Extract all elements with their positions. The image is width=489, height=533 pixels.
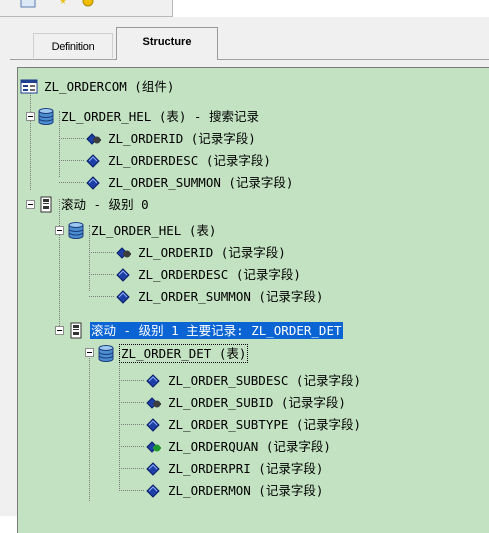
- field-icon: [114, 266, 132, 283]
- key-field-icon: [144, 394, 162, 411]
- tree-connector: [59, 199, 60, 330]
- scroll-label-selected: 滚动 - 级别 1 主要记录: ZL_ORDER_DET: [90, 322, 343, 339]
- window-icon[interactable]: [20, 0, 36, 8]
- record-label: ZL_ORDER_DET (表): [118, 344, 249, 363]
- field-label: ZL_ORDER_SUMMON (记录字段): [138, 289, 324, 304]
- field-label: ZL_ORDERDESC (记录字段): [138, 267, 301, 282]
- field-icon: [114, 288, 132, 305]
- scroll-icon: [37, 196, 55, 213]
- tree-node-scroll-level-1[interactable]: 滚动 - 级别 1 主要记录: ZL_ORDER_DET: [67, 320, 343, 341]
- tree-node-field[interactable]: ZL_ORDER_SUMMON (记录字段): [84, 172, 294, 193]
- tree-connector: [119, 402, 144, 403]
- record-label: ZL_ORDER_HEL (表) - 搜索记录: [61, 109, 259, 124]
- tree-node-record-search[interactable]: ZL_ORDER_HEL (表) - 搜索记录: [37, 106, 260, 127]
- tree-node-scroll-level-0[interactable]: 滚动 - 级别 0: [37, 194, 150, 215]
- field-icon: [144, 460, 162, 477]
- tab-definition[interactable]: Definition: [33, 33, 113, 58]
- tree-connector: [119, 490, 144, 491]
- field-label: ZL_ORDER_SUMMON (记录字段): [108, 175, 294, 190]
- tree-connector: [59, 182, 84, 183]
- tree-node-field[interactable]: ZL_ORDERID (记录字段): [114, 242, 287, 263]
- tree-connector: [119, 424, 144, 425]
- tree-connector: [89, 353, 90, 501]
- structure-tree[interactable]: ZL_ORDERCOM (组件) ZL_ORDER_HEL (表) - 搜索记录…: [17, 67, 489, 533]
- toolbar-strip: [0, 0, 173, 17]
- collapse-toggle-record3[interactable]: [85, 348, 94, 357]
- field-label: ZL_ORDERQUAN (记录字段): [168, 439, 331, 454]
- tree-connector: [119, 353, 120, 491]
- star-icon[interactable]: [58, 0, 68, 8]
- collapse-toggle-scroll1[interactable]: [55, 326, 64, 335]
- tree-node-record[interactable]: ZL_ORDER_HEL (表): [67, 220, 217, 241]
- record-label: ZL_ORDER_HEL (表): [91, 223, 217, 238]
- tree-connector: [119, 468, 144, 469]
- collapse-toggle-record2[interactable]: [55, 226, 64, 235]
- tree-connector: [59, 138, 84, 139]
- field-label: ZL_ORDERDESC (记录字段): [108, 153, 271, 168]
- tree-connector: [119, 380, 144, 381]
- field-label: ZL_ORDERID (记录字段): [138, 245, 286, 260]
- field-icon: [84, 152, 102, 169]
- tree-node-field[interactable]: ZL_ORDERMON (记录字段): [144, 480, 324, 501]
- tree-node-field[interactable]: ZL_ORDER_SUBTYPE (记录字段): [144, 414, 362, 435]
- tree-node-record-primary[interactable]: ZL_ORDER_DET (表): [97, 343, 249, 364]
- scroll-icon: [67, 322, 85, 339]
- tree-node-field[interactable]: ZL_ORDERDESC (记录字段): [114, 264, 302, 285]
- tree-connector: [89, 296, 114, 297]
- scroll-label: 滚动 - 级别 0: [61, 197, 149, 212]
- tree-node-field[interactable]: ZL_ORDERDESC (记录字段): [84, 150, 272, 171]
- tree-node-field[interactable]: ZL_ORDER_SUBID (记录字段): [144, 392, 347, 413]
- field-icon: [144, 372, 162, 389]
- field-icon: [144, 416, 162, 433]
- tree-connector: [30, 86, 31, 190]
- field-label: ZL_ORDER_SUBID (记录字段): [168, 395, 346, 410]
- database-table-icon: [97, 345, 115, 362]
- tree-node-field[interactable]: ZL_ORDER_SUMMON (记录字段): [114, 286, 324, 307]
- tree-node-field[interactable]: ZL_ORDER_SUBDESC (记录字段): [144, 370, 362, 391]
- field-label: ZL_ORDERMON (记录字段): [168, 483, 324, 498]
- tree-connector: [89, 252, 114, 253]
- collapse-toggle-scroll0[interactable]: [26, 200, 35, 209]
- tab-divider: [10, 59, 489, 60]
- component-label: ZL_ORDERCOM (组件): [44, 79, 175, 94]
- tree-connector: [119, 446, 144, 447]
- tree-connector: [89, 274, 114, 275]
- tree-node-component[interactable]: ZL_ORDERCOM (组件): [20, 76, 175, 97]
- field-label: ZL_ORDER_SUBTYPE (记录字段): [168, 417, 361, 432]
- key-field-green-icon: [144, 438, 162, 455]
- field-label: ZL_ORDERID (记录字段): [108, 131, 256, 146]
- tree-node-field[interactable]: ZL_ORDERPRI (记录字段): [144, 458, 324, 479]
- component-panel: Definition Structure ZL_ORDERCOM (组件) ZL…: [0, 17, 489, 533]
- component-icon: [20, 78, 38, 95]
- field-icon: [144, 482, 162, 499]
- field-label: ZL_ORDERPRI (记录字段): [168, 461, 324, 476]
- field-icon: [84, 174, 102, 191]
- field-label: ZL_ORDER_SUBDESC (记录字段): [168, 373, 361, 388]
- database-table-icon: [67, 222, 85, 239]
- database-table-icon: [37, 108, 55, 125]
- key-field-icon: [114, 244, 132, 261]
- tab-structure[interactable]: Structure: [116, 27, 218, 60]
- lightbulb-icon[interactable]: [82, 0, 94, 8]
- tree-node-field[interactable]: ZL_ORDERID (记录字段): [84, 128, 257, 149]
- key-field-icon: [84, 130, 102, 147]
- collapse-toggle-record1[interactable]: [26, 112, 35, 121]
- tree-node-field[interactable]: ZL_ORDERQUAN (记录字段): [144, 436, 332, 457]
- tree-connector: [59, 160, 84, 161]
